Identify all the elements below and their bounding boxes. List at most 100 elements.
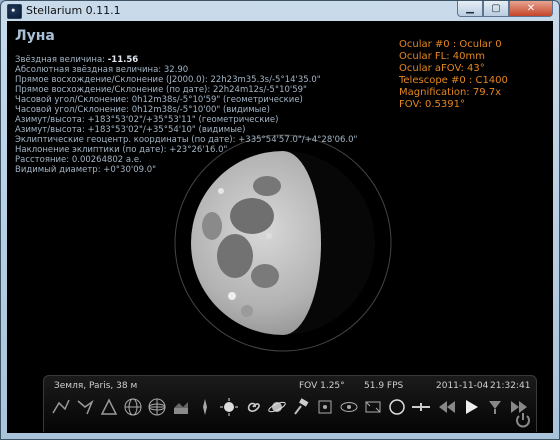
- info-label: Эклиптические геоцентр. координаты (по д…: [15, 135, 239, 145]
- sky-viewport[interactable]: Луна Звёздная величина: -11.56 Абсолютная…: [7, 21, 553, 433]
- info-label: Прямое восхождение/Склонение (по дате):: [15, 85, 213, 95]
- info-label: Абсолютная звёздная величина:: [15, 65, 164, 75]
- info-value: +23°26'16.0": [169, 145, 228, 155]
- constellation-art-button[interactable]: [98, 396, 120, 418]
- object-info-line: Наклонение эклиптики (по дате): +23°26'1…: [15, 145, 357, 155]
- crosshair-icon: [412, 403, 430, 411]
- title-bar[interactable]: Stellarium 0.11.1 ▁ ▢ ✕: [1, 1, 559, 21]
- info-value: +0°30'09.0": [103, 165, 157, 175]
- rewind-icon: [439, 401, 455, 413]
- power-icon: [516, 413, 530, 428]
- now-button[interactable]: [484, 396, 506, 418]
- cardinal-points-icon: [203, 399, 207, 415]
- ocular-line: Ocular aFOV: 43°: [399, 63, 485, 74]
- info-value: 0h12m38s/-5°10'59" (геометрические): [131, 95, 303, 105]
- object-info-line: Прямое восхождение/Склонение (по дате): …: [15, 85, 357, 95]
- stellarium-window: Stellarium 0.11.1 ▁ ▢ ✕ Луна Звёздная ве…: [0, 0, 560, 440]
- object-info-panel: Звёздная величина: -11.56 Абсолютная звёз…: [15, 55, 357, 175]
- maximize-button[interactable]: ▢: [483, 1, 509, 17]
- mount-icon: [294, 398, 309, 415]
- info-value: 22h23m35.3s/-5°14'35.0": [210, 75, 321, 85]
- play-button[interactable]: [460, 396, 482, 418]
- ocular-icon: [389, 399, 405, 415]
- nebula-icon: [247, 402, 260, 412]
- fps-status: 51.9 FPS: [364, 381, 404, 391]
- ocular-line: Ocular #0 : Ocular 0: [399, 39, 502, 50]
- stellarium-app-icon: [7, 4, 22, 19]
- night-mode-button[interactable]: [338, 396, 360, 418]
- close-button[interactable]: ✕: [509, 1, 553, 17]
- maximize-icon: ▢: [491, 3, 501, 14]
- constellation-labels-button[interactable]: [74, 396, 96, 418]
- info-label: Азимут/высота:: [15, 115, 88, 125]
- info-label: Расстояние:: [15, 155, 72, 165]
- rewind-button[interactable]: [436, 396, 458, 418]
- atmosphere-button[interactable]: [218, 396, 240, 418]
- fullscreen-button[interactable]: [362, 396, 384, 418]
- info-value: 0.00264802 а.е.: [71, 155, 142, 165]
- info-label: Часовой угол/Склонение:: [15, 105, 132, 115]
- constellation-art-icon: [100, 398, 118, 415]
- equatorial-grid-button[interactable]: [122, 396, 144, 418]
- minimize-button[interactable]: ▁: [457, 1, 483, 17]
- ocular-line: FOV: 0.5391°: [399, 99, 466, 110]
- object-info-line: Часовой угол/Склонение: 0h12m38s/-5°10'0…: [15, 105, 357, 115]
- info-label: Азимут/высота:: [15, 125, 88, 135]
- atmosphere-icon: [220, 398, 238, 416]
- info-value: 32.90: [163, 65, 189, 75]
- quit-button[interactable]: [512, 409, 534, 431]
- info-label: Видимый диаметр:: [15, 165, 104, 175]
- object-info-line: Абсолютная звёздная величина: 32.90: [15, 65, 357, 75]
- info-value: +183°53'02"/+35°53'11" (геометрические): [87, 115, 279, 125]
- info-label: Звёздная величина:: [15, 55, 108, 65]
- planet-labels-button[interactable]: [266, 396, 288, 418]
- minimize-icon: ▁: [466, 3, 474, 14]
- selected-object-name: Луна: [15, 28, 55, 44]
- azimuthal-grid-button[interactable]: [146, 396, 168, 418]
- ground-button[interactable]: [170, 396, 192, 418]
- object-info-line: Прямое восхождение/Склонение (J2000.0): …: [15, 75, 357, 85]
- crosshair-button[interactable]: [410, 396, 432, 418]
- object-info-line: Видимый диаметр: +0°30'09.0": [15, 165, 357, 175]
- play-icon: [466, 400, 478, 414]
- ocular-line: Ocular FL: 40mm: [399, 51, 485, 62]
- planet-icon: [268, 401, 286, 413]
- constellation-lines-button[interactable]: [50, 396, 72, 418]
- ocular-info-panel: Ocular #0 : Ocular 0 Ocular FL: 40mm Ocu…: [399, 39, 508, 111]
- object-info-line: Эклиптические геоцентр. координаты (по д…: [15, 135, 357, 145]
- center-object-button[interactable]: [314, 396, 336, 418]
- nebula-button[interactable]: [242, 396, 264, 418]
- info-value: 0h12m38s/-5°10'00" (видимые): [131, 105, 270, 115]
- cardinal-points-button[interactable]: [194, 396, 216, 418]
- info-value: +335°54'57.0"/+4°28'06.0": [238, 135, 358, 145]
- object-info-line: Расстояние: 0.00264802 а.е.: [15, 155, 357, 165]
- info-label: Часовой угол/Склонение:: [15, 95, 132, 105]
- fov-status: FOV 1.25°: [299, 381, 345, 391]
- close-icon: ✕: [526, 3, 536, 14]
- object-info-line: Часовой угол/Склонение: 0h12m38s/-5°10'5…: [15, 95, 357, 105]
- ocular-button[interactable]: [386, 396, 408, 418]
- equatorial-grid-icon: [124, 398, 142, 416]
- location-status: Земля, Paris, 38 м: [54, 381, 138, 391]
- info-value: -11.56: [107, 55, 139, 65]
- mount-toggle-button[interactable]: [290, 396, 312, 418]
- object-info-line: Азимут/высота: +183°53'02"/+35°53'11" (г…: [15, 115, 357, 125]
- bottom-toolbar: Земля, Paris, 38 м FOV 1.25° 51.9 FPS 20…: [43, 375, 537, 432]
- center-object-icon: [318, 400, 332, 414]
- window-controls: ▁ ▢ ✕: [457, 1, 553, 17]
- constellation-lines-icon: [52, 399, 70, 414]
- object-info-line: Звёздная величина: -11.56: [15, 55, 357, 65]
- time-status: 21:32:41: [490, 381, 531, 391]
- constellation-labels-icon: [77, 399, 94, 415]
- date-status: 2011-11-04: [436, 381, 489, 391]
- object-info-line: Азимут/высота: +183°53'02"/+35°54'10" (в…: [15, 125, 357, 135]
- info-label: Наклонение эклиптики (по дате):: [15, 145, 170, 155]
- eye-icon: [340, 402, 358, 412]
- azimuthal-grid-icon: [148, 398, 166, 416]
- info-label: Прямое восхождение/Склонение (J2000.0):: [15, 75, 211, 85]
- ground-icon: [174, 402, 188, 414]
- ocular-line: Telescope #0 : C1400: [399, 75, 508, 86]
- now-icon: [489, 401, 501, 414]
- info-value: 22h24m12s/-5°10'59": [212, 85, 307, 95]
- window-title: Stellarium 0.11.1: [26, 4, 121, 17]
